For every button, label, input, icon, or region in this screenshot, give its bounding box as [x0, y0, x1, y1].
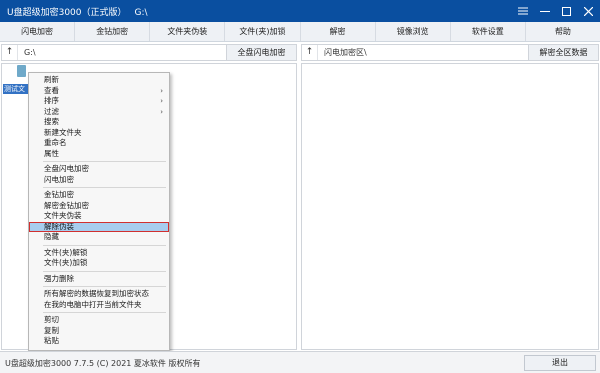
menu-separator [43, 270, 166, 272]
menu-item[interactable]: 文件(夹)加锁 [29, 258, 169, 269]
menu-separator [43, 312, 166, 313]
menu-item-label: 复制 [44, 325, 59, 335]
menu-item[interactable]: 排序 › [29, 96, 169, 107]
full-disk-flash-encrypt-button[interactable]: 全盘闪电加密 [226, 45, 296, 60]
menu-item[interactable]: 全盘闪电加密 [29, 164, 169, 175]
folder-icon [17, 65, 26, 77]
menu-item-label: 闪电加密 [44, 174, 74, 184]
menu-item-label: 金钻加密 [44, 190, 74, 199]
menu-item[interactable]: 属性 [29, 149, 169, 160]
close-icon[interactable] [577, 0, 599, 22]
menu-item-label: 解除伪装 [44, 221, 74, 231]
menu-item[interactable]: 剪切 [29, 315, 169, 326]
maximize-icon[interactable] [555, 0, 577, 22]
menu-item[interactable]: 隐藏 [29, 232, 169, 243]
menu-item[interactable]: 金钻加密 [29, 190, 169, 201]
minimize-icon[interactable] [534, 0, 556, 22]
menu-item-label: 文件(夹)解锁 [44, 247, 88, 257]
right-path-bar: ↑ 闪电加密区\ 解密全区数据 [301, 44, 599, 61]
submenu-arrow-icon: › [160, 97, 163, 105]
diamond-encrypt-button[interactable]: 金钻加密 [75, 22, 151, 41]
flash-encrypt-button[interactable]: 闪电加密 [0, 22, 76, 41]
menu-item-label: 强力删除 [44, 273, 74, 283]
menu-item[interactable]: 复制 [29, 326, 169, 337]
settings-button[interactable]: 软件设置 [451, 22, 526, 41]
menu-item[interactable]: 粘贴 [29, 336, 169, 347]
menu-item-label: 文件(夹)加锁 [44, 258, 88, 267]
decrypt-all-button[interactable]: 解密全区数据 [528, 45, 598, 60]
menu-item-label: 重命名 [44, 138, 67, 147]
menu-item[interactable]: 解密金钻加密 [29, 201, 169, 212]
menu-item-label: 粘贴 [44, 336, 59, 345]
menu-item-label: 剪切 [44, 315, 59, 324]
menu-separator [43, 161, 166, 162]
left-path-bar: ↑ G:\ 全盘闪电加密 [1, 44, 297, 61]
menu-item[interactable]: 重命名 [29, 138, 169, 149]
menu-item[interactable]: 新建文件夹 [29, 128, 169, 139]
file-lock-button[interactable]: 文件(夹)加锁 [225, 22, 301, 41]
up-arrow-icon[interactable]: ↑ [2, 45, 18, 60]
menu-separator [43, 286, 166, 287]
menu-item-label: 属性 [44, 148, 59, 158]
copyright-text: U盘超级加密3000 7.7.5 (C) 2021 夏冰软件 版权所有 [5, 359, 201, 368]
menu-item-label: 全盘闪电加密 [44, 164, 89, 173]
help-button[interactable]: 帮助 [526, 22, 600, 41]
title-bar: U盘超级加密3000（正式版） G:\ [0, 0, 600, 22]
mirror-browse-button[interactable]: 镜像浏览 [376, 22, 451, 41]
menu-item-label: 文件夹伪装 [44, 211, 82, 220]
menu-item-label: 搜索 [44, 117, 59, 126]
status-bar: U盘超级加密3000 7.7.5 (C) 2021 夏冰软件 版权所有 退出 [0, 351, 600, 373]
menu-item[interactable]: 在我的电脑中打开当前文件夹 [29, 300, 169, 311]
right-file-panel[interactable] [301, 63, 599, 350]
menu-item[interactable]: 文件(夹)解锁 [29, 248, 169, 259]
menu-item-label: 新建文件夹 [44, 127, 82, 137]
up-arrow-icon[interactable]: ↑ [302, 45, 318, 60]
menu-separator [43, 244, 166, 246]
left-path-field[interactable]: G:\ [18, 48, 226, 57]
menu-item[interactable]: 强力删除 [29, 274, 169, 285]
menu-item-label: 查看 [44, 85, 59, 95]
folder-disguise-button[interactable]: 文件夹伪装 [150, 22, 226, 41]
menu-item[interactable]: 查看 › [29, 86, 169, 97]
toolbar: 闪电加密 金钻加密 文件夹伪装 文件(夹)加锁 解密 镜像浏览 软件设置 帮助 [0, 22, 600, 42]
window-title: U盘超级加密3000（正式版） G:\ [7, 5, 148, 18]
menu-item-label: 排序 [44, 96, 59, 105]
menu-item-label: 所有解密的数据恢复到加密状态 [44, 289, 149, 298]
context-menu: 刷新 查看 › 排序 › 过滤 › 搜索 新建文件夹 重命名 属性全盘闪电加密 闪电加密金钻加密 解密金… [28, 72, 170, 351]
menu-item[interactable]: 文件夹伪装 [29, 211, 169, 222]
menu-item-label: 过滤 [44, 106, 59, 116]
menu-item-label: 隐藏 [44, 232, 59, 241]
menu-item[interactable]: 刷新 [29, 75, 169, 86]
menu-icon[interactable] [512, 0, 534, 22]
title-path: G:\ [134, 8, 148, 18]
exit-button[interactable]: 退出 [524, 355, 596, 371]
submenu-arrow-icon: › [160, 107, 163, 116]
decrypt-button[interactable]: 解密 [301, 22, 376, 41]
menu-item-label: 在我的电脑中打开当前文件夹 [44, 299, 142, 309]
menu-item-label: 解密金钻加密 [44, 200, 89, 210]
menu-item[interactable]: 闪电加密 [29, 175, 169, 186]
menu-item-label: 刷新 [44, 75, 59, 84]
submenu-arrow-icon: › [160, 86, 163, 95]
menu-item[interactable]: 搜索 [29, 117, 169, 128]
right-path-field[interactable]: 闪电加密区\ [318, 47, 528, 58]
app-title: U盘超级加密3000（正式版） [7, 8, 127, 18]
menu-item[interactable]: 过滤 › [29, 107, 169, 118]
menu-separator [43, 187, 166, 188]
menu-item[interactable]: 解除伪装 [29, 221, 169, 232]
menu-item[interactable]: 所有解密的数据恢复到加密状态 [29, 289, 169, 300]
